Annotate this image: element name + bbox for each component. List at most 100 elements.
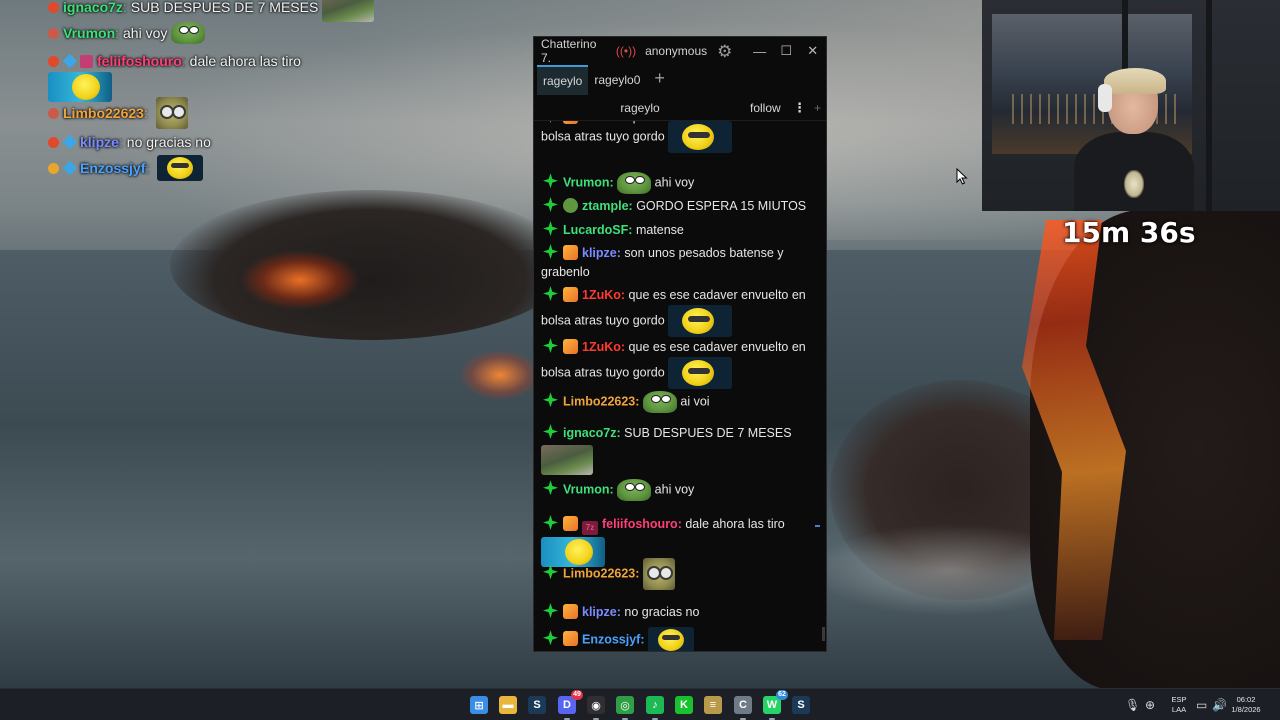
streamelements-icon[interactable]: ≡ — [704, 696, 722, 714]
message-list[interactable]: 1ZuKo: que es ese cadaver envuelto enbol… — [534, 121, 826, 651]
headset — [1098, 84, 1112, 112]
add-split-icon[interactable]: + — [814, 101, 821, 115]
wallpaper-lava — [240, 250, 360, 310]
overlay-message-text: ahi voy — [123, 25, 168, 41]
add-tab-button[interactable]: + — [654, 68, 665, 89]
file-explorer-icon[interactable]: ▬ — [499, 696, 517, 714]
title-bar[interactable]: Chatterino 7. ((•)) anonymous ⚙ — ☐ ✕ — [534, 37, 826, 65]
notification-badge: 62 — [776, 690, 788, 700]
message-username[interactable]: 1ZuKo: — [582, 288, 625, 302]
window-frame — [1206, 0, 1212, 211]
message-username[interactable]: klipze: — [582, 246, 621, 260]
discord-icon[interactable]: D 49 — [558, 690, 583, 714]
message-username[interactable]: klipze: — [582, 605, 621, 619]
message-text: ai voi — [676, 394, 710, 409]
close-button[interactable]: ✕ — [799, 43, 826, 59]
channel-name[interactable]: rageylo — [534, 101, 746, 115]
moderator-badge-icon — [543, 392, 558, 408]
moderator-badge-icon — [543, 603, 558, 618]
overlay-separator: : — [122, 0, 127, 15]
tab-rageylo[interactable]: rageylo — [537, 65, 589, 95]
photo-emote — [541, 445, 593, 475]
message-username[interactable]: ztample: — [582, 199, 633, 213]
wallpaper-lava — [460, 350, 540, 400]
moderator-badge-icon — [543, 564, 558, 580]
tab-rageylo0[interactable]: rageylo0 — [588, 65, 646, 95]
obs-icon[interactable]: ◉ — [587, 696, 605, 714]
chat-message: bolsa atras tuyo gordo — [541, 121, 819, 153]
frog-emote — [617, 172, 652, 194]
minion-emote — [155, 97, 188, 129]
steam-2-icon[interactable]: S — [792, 696, 810, 714]
overlay-chat-line: Limbo22623: — [48, 97, 188, 129]
subscriber-badge-icon — [563, 245, 578, 260]
badge-icon — [48, 162, 59, 174]
chatterino-window[interactable]: Chatterino 7. ((•)) anonymous ⚙ — ☐ ✕ ra… — [533, 36, 827, 652]
account-name[interactable]: anonymous — [645, 44, 707, 58]
volume-icon[interactable]: 🔊 — [1212, 698, 1227, 712]
badge-icon — [62, 53, 78, 69]
overlay-chat-line — [48, 72, 112, 102]
chrome-icon[interactable]: ◎ — [616, 696, 634, 714]
app-title: Chatterino 7. — [541, 37, 597, 65]
badge-icon — [62, 134, 78, 150]
system-clock[interactable]: 06:02 1/8/2026 — [1228, 695, 1264, 715]
spotify-icon[interactable]: ♪ — [646, 696, 664, 714]
message-username[interactable]: Vrumon: — [563, 482, 614, 496]
moderator-badge-icon — [543, 173, 558, 189]
shirt-logo — [1124, 170, 1144, 198]
follow-button[interactable]: follow — [750, 101, 781, 115]
chat-message: Enzossjyf: — [541, 627, 819, 651]
message-username[interactable]: Limbo22623: — [563, 394, 639, 408]
maximize-button[interactable]: ☐ — [773, 43, 800, 59]
message-text: ahi voy — [651, 482, 695, 497]
split-menu-icon[interactable]: ⋮ — [793, 100, 806, 116]
windows-start-icon[interactable]: ⊞ — [470, 696, 488, 714]
message-username[interactable]: feliifoshouro: — [602, 517, 682, 531]
message-text: bolsa atras tuyo gordo — [541, 129, 669, 144]
steam-icon[interactable]: S — [528, 696, 546, 714]
moderator-badge-icon — [543, 286, 558, 301]
whatsapp-icon[interactable]: W 62 — [763, 690, 788, 714]
message-username[interactable]: 1ZuKo: — [582, 340, 625, 354]
yellow-emote — [648, 627, 694, 651]
overlay-username: feliifoshouro — [97, 53, 182, 69]
frog-badge-icon — [563, 198, 578, 213]
message-username[interactable]: LucardoSF: — [563, 223, 632, 237]
message-username[interactable]: ignaco7z: — [563, 426, 621, 440]
stream-timer: 15m 36s — [1062, 216, 1196, 249]
streamer — [1074, 68, 1194, 211]
language-indicator[interactable]: ESP LAA — [1168, 695, 1190, 715]
settings-gear-icon[interactable]: ⚙ — [717, 43, 732, 60]
overlay-separator: : — [118, 134, 123, 150]
clock-date: 1/8/2026 — [1231, 705, 1261, 714]
overlay-message-text: SUB DESPUES DE 7 MESES — [130, 0, 319, 15]
overlay-chat-line: Enzossjyf: — [48, 155, 204, 181]
yellow-emote — [157, 155, 204, 181]
message-username[interactable]: Enzossjyf: — [582, 632, 645, 646]
chat-message: Vrumon: ahi voy — [541, 172, 819, 194]
kick-icon[interactable]: K — [675, 696, 693, 714]
message-text: no gracias no — [624, 605, 700, 619]
ccleaner-icon[interactable]: C — [734, 696, 752, 714]
moderator-badge-icon — [543, 630, 558, 646]
split-header: rageylo follow ⋮ + — [534, 95, 826, 121]
webcam-feed — [982, 0, 1280, 211]
moderator-badge-icon — [543, 197, 558, 212]
message-username[interactable]: Vrumon: — [563, 175, 614, 189]
minimize-button[interactable]: — — [746, 44, 773, 59]
badge-icon — [48, 1, 59, 13]
live-indicator-icon[interactable]: ((•)) — [616, 44, 636, 58]
message-username[interactable]: Limbo22623: — [563, 566, 639, 580]
microphone-icon[interactable]: 🎙 — [1125, 698, 1140, 712]
network-icon[interactable]: ⊕ — [1145, 698, 1155, 712]
notification-badge: 49 — [571, 690, 583, 700]
moderator-badge-icon — [543, 244, 558, 259]
yellow-emote — [668, 121, 733, 153]
display-icon[interactable]: ▭ — [1196, 698, 1207, 712]
streamer-cap — [1104, 68, 1166, 94]
scrollbar-thumb[interactable] — [822, 627, 825, 641]
moderator-badge-icon — [543, 424, 558, 439]
chat-message: 1ZuKo: que es ese cadaver envuelto en bo… — [541, 338, 819, 389]
message-text: matense — [635, 223, 684, 237]
